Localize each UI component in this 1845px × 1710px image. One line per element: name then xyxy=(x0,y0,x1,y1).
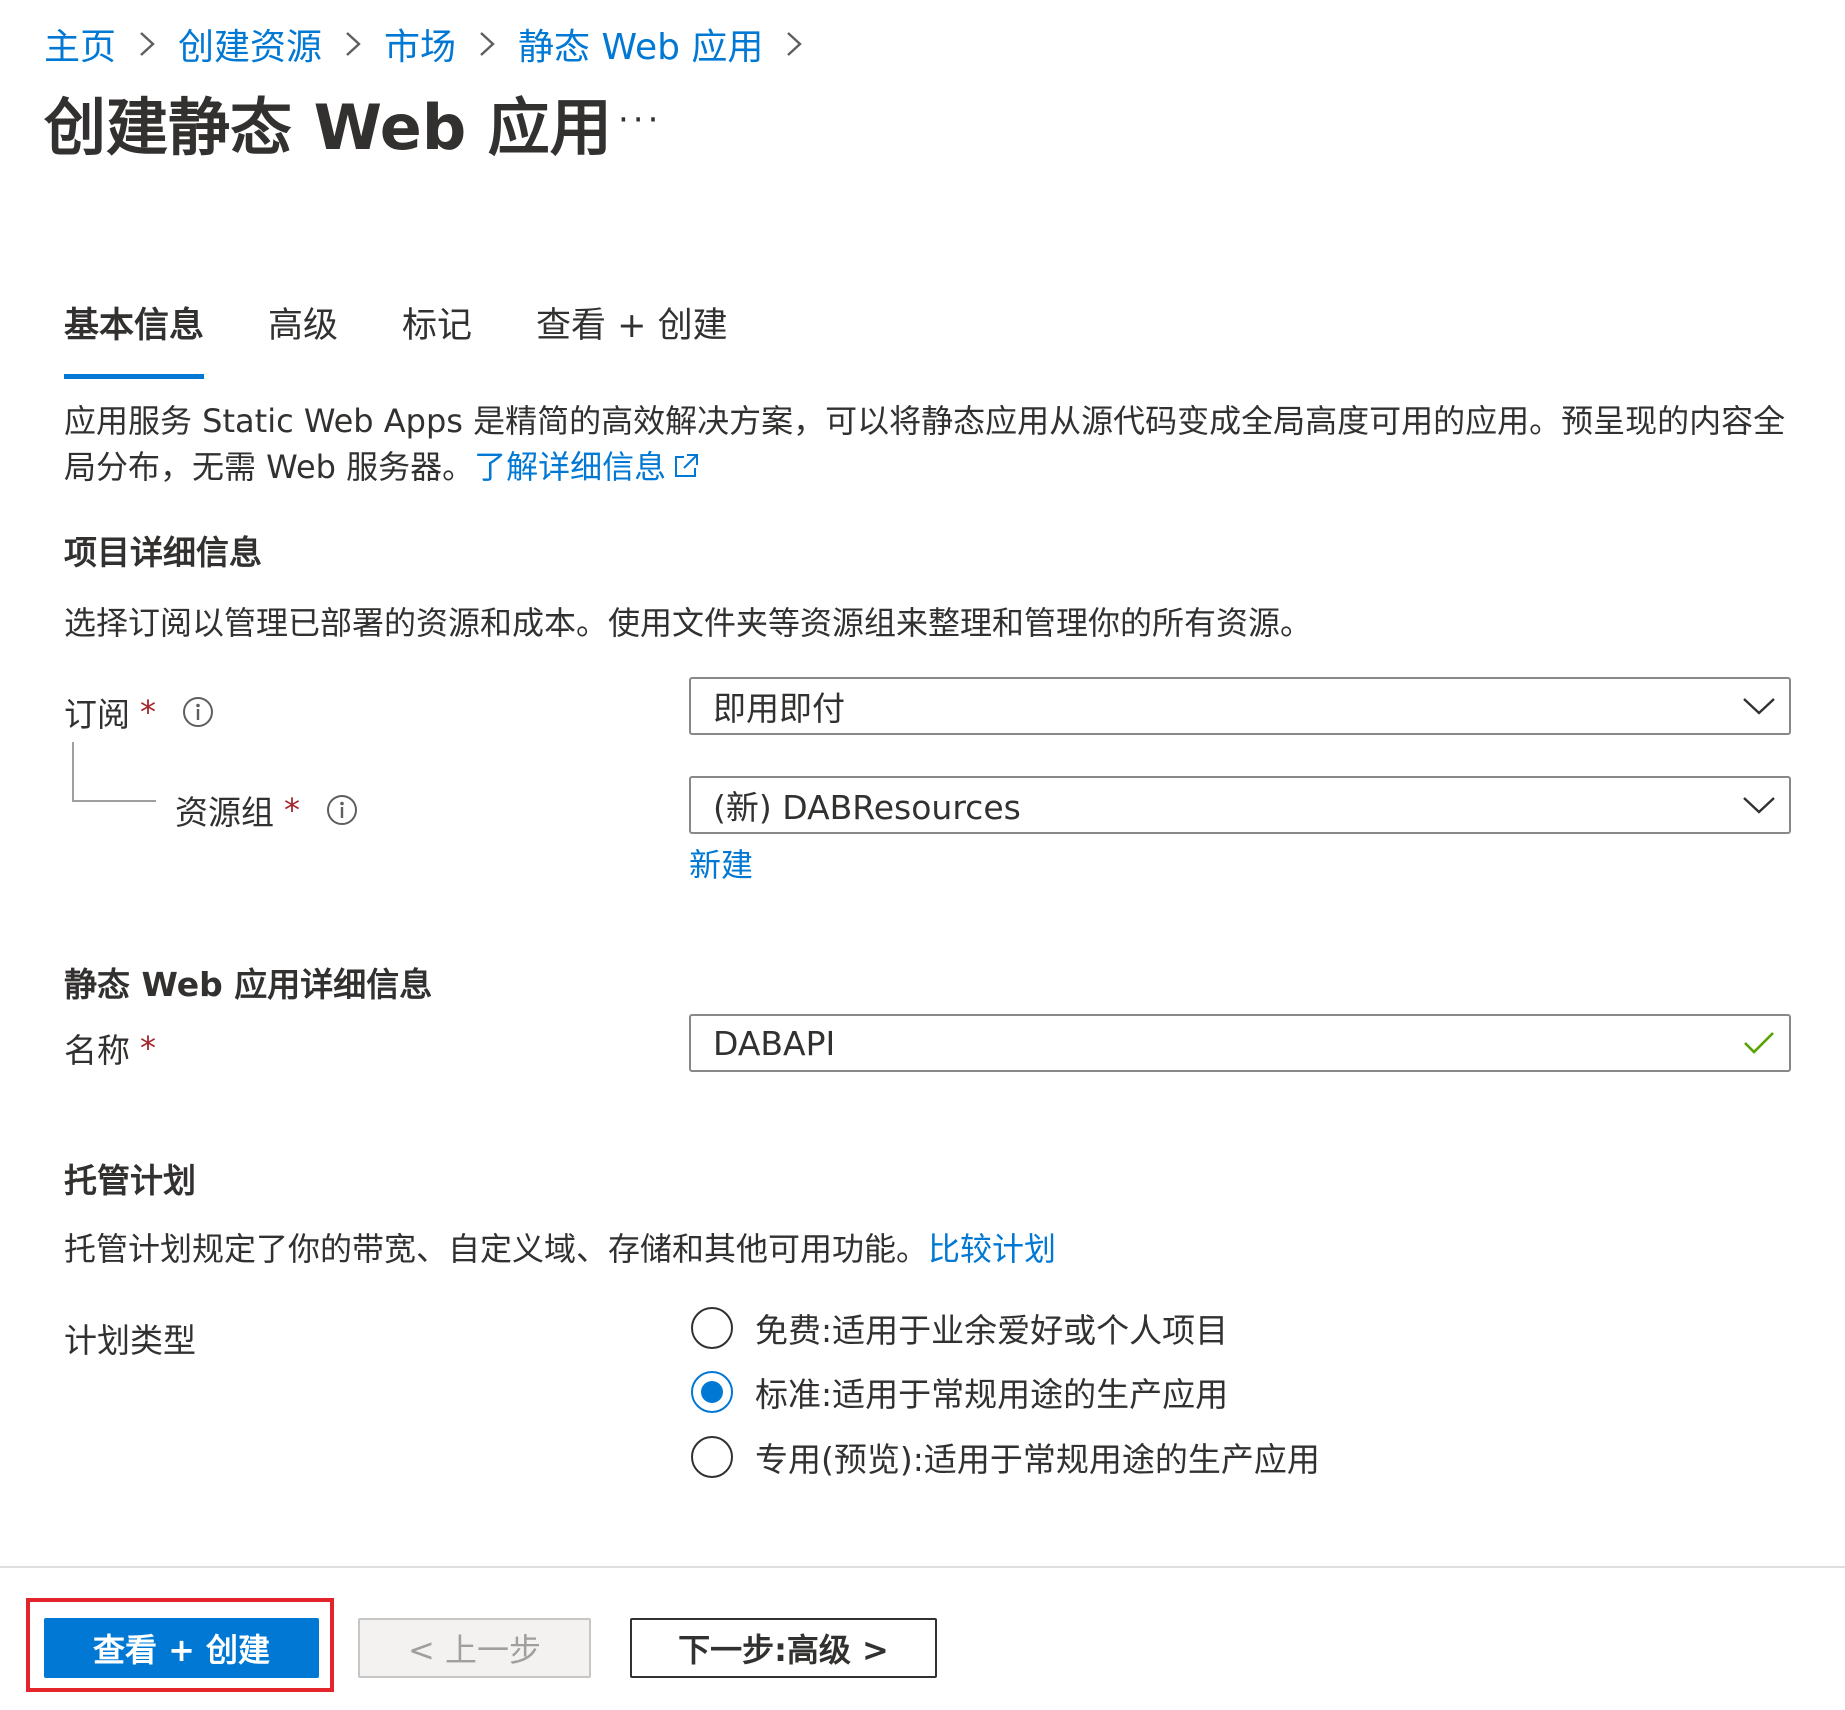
radio-dot xyxy=(701,1381,723,1403)
app-details-title: 静态 Web 应用详细信息 xyxy=(64,965,433,1004)
page-title: 创建静态 Web 应用 xyxy=(44,91,612,164)
subscription-value: 即用即付 xyxy=(713,689,845,728)
name-field[interactable] xyxy=(689,1014,1791,1072)
subscription-label-text: 订阅 xyxy=(64,695,130,734)
plan-option-label: 专用(预览):适用于常规用途的生产应用 xyxy=(755,1440,1320,1479)
breadcrumb-static-web-app[interactable]: 静态 Web 应用 xyxy=(518,18,763,70)
breadcrumb-create-resource[interactable]: 创建资源 xyxy=(178,18,322,70)
breadcrumb-home[interactable]: 主页 xyxy=(44,18,116,70)
resource-group-label: 资源组 * xyxy=(175,786,358,834)
plan-option-dedicated[interactable]: 专用(预览):适用于常规用途的生产应用 xyxy=(691,1433,1320,1481)
resource-group-value: (新) DABResources xyxy=(713,788,1021,827)
required-asterisk: * xyxy=(140,1029,156,1067)
required-asterisk: * xyxy=(140,693,156,731)
name-label-text: 名称 xyxy=(64,1031,130,1070)
tab-tags[interactable]: 标记 xyxy=(402,295,472,379)
footer-divider xyxy=(0,1566,1845,1568)
project-details-title: 项目详细信息 xyxy=(64,533,262,572)
radio-button[interactable] xyxy=(691,1307,733,1349)
learn-more-label: 了解详细信息 xyxy=(474,448,667,486)
chevron-down-icon xyxy=(1729,795,1789,815)
resource-group-dropdown[interactable]: (新) DABResources xyxy=(689,776,1791,834)
next-advanced-button[interactable]: 下一步:高级 > xyxy=(630,1618,937,1678)
info-icon[interactable] xyxy=(326,794,358,826)
chevron-right-icon xyxy=(116,31,178,57)
more-options-icon[interactable]: ··· xyxy=(618,100,662,140)
tab-bar: 基本信息 高级 标记 查看 + 创建 xyxy=(64,295,792,379)
resource-group-label-text: 资源组 xyxy=(175,793,274,832)
plan-option-label: 标准:适用于常规用途的生产应用 xyxy=(755,1375,1229,1414)
plan-option-free[interactable]: 免费:适用于业余爱好或个人项目 xyxy=(691,1304,1228,1352)
external-link-icon xyxy=(672,446,700,492)
radio-button[interactable] xyxy=(691,1436,733,1478)
chevron-right-icon xyxy=(763,31,825,57)
radio-button-selected[interactable] xyxy=(691,1371,733,1413)
chevron-down-icon xyxy=(1729,696,1789,716)
intro-text: 应用服务 Static Web Apps 是精简的高效解决方案，可以将静态应用从… xyxy=(64,402,1786,486)
plan-option-label: 免费:适用于业余爱好或个人项目 xyxy=(755,1311,1229,1350)
tree-connector xyxy=(72,742,156,802)
create-new-resource-group-link[interactable]: 新建 xyxy=(689,840,753,886)
chevron-right-icon xyxy=(456,31,518,57)
learn-more-link[interactable]: 了解详细信息 xyxy=(474,448,700,486)
hosting-plan-description: 托管计划规定了你的带宽、自定义域、存储和其他可用功能。比较计划 xyxy=(64,1224,1056,1270)
breadcrumb: 主页 创建资源 市场 静态 Web 应用 xyxy=(44,16,825,72)
tab-basics[interactable]: 基本信息 xyxy=(64,295,205,379)
compare-plans-link[interactable]: 比较计划 xyxy=(928,1230,1056,1268)
name-label: 名称 * xyxy=(64,1024,156,1072)
intro-description: 应用服务 Static Web Apps 是精简的高效解决方案，可以将静态应用从… xyxy=(64,398,1804,492)
name-input[interactable] xyxy=(691,1022,1729,1064)
review-create-button[interactable]: 查看 + 创建 xyxy=(44,1618,319,1678)
subscription-dropdown[interactable]: 即用即付 xyxy=(689,677,1791,735)
breadcrumb-marketplace[interactable]: 市场 xyxy=(384,18,456,70)
plan-option-standard[interactable]: 标准:适用于常规用途的生产应用 xyxy=(691,1368,1228,1416)
hosting-plan-description-text: 托管计划规定了你的带宽、自定义域、存储和其他可用功能。 xyxy=(64,1230,929,1268)
subscription-label: 订阅 * xyxy=(64,688,214,736)
plan-type-label: 计划类型 xyxy=(64,1321,196,1360)
required-asterisk: * xyxy=(284,791,300,829)
tab-advanced[interactable]: 高级 xyxy=(268,295,338,379)
chevron-right-icon xyxy=(322,31,384,57)
project-details-description: 选择订阅以管理已部署的资源和成本。使用文件夹等资源组来整理和管理你的所有资源。 xyxy=(64,604,1313,642)
info-icon[interactable] xyxy=(182,696,214,728)
previous-button[interactable]: < 上一步 xyxy=(358,1618,591,1678)
hosting-plan-title: 托管计划 xyxy=(64,1161,196,1200)
checkmark-icon xyxy=(1729,1030,1789,1056)
tab-review-create[interactable]: 查看 + 创建 xyxy=(536,295,728,379)
